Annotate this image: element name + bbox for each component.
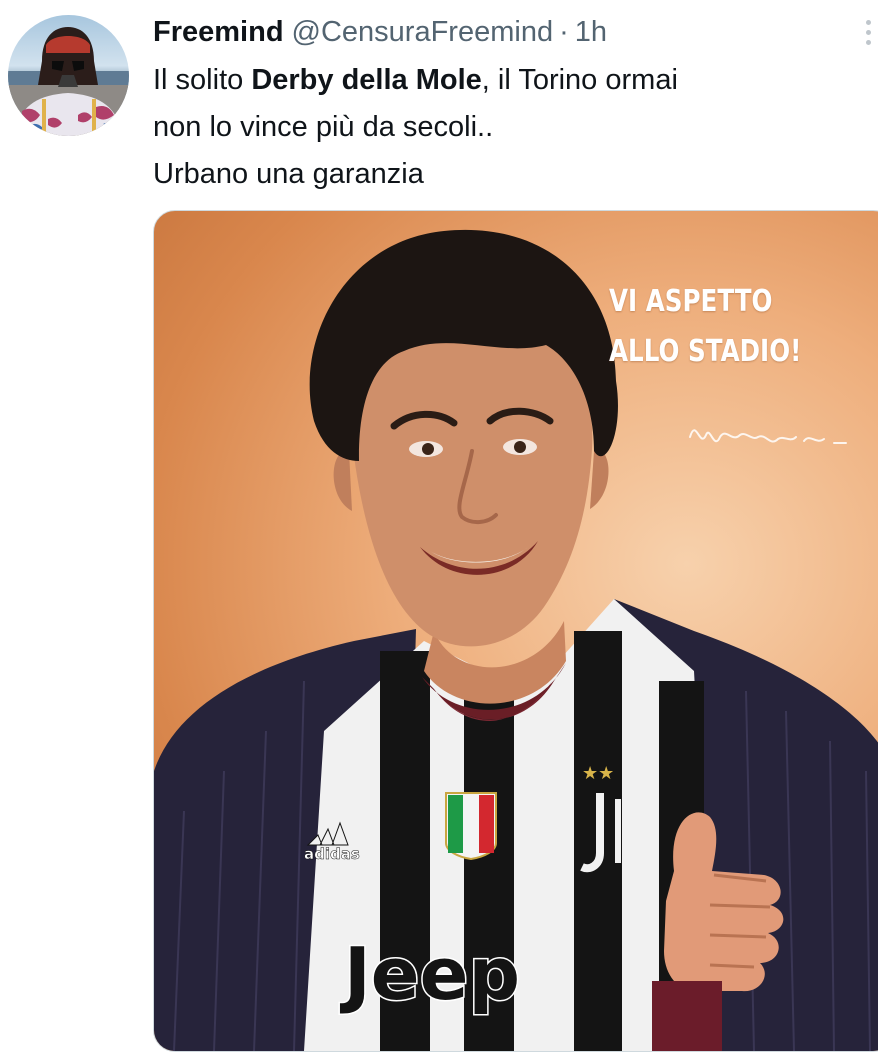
author-avatar[interactable] (8, 15, 129, 136)
darth-vader-avatar-icon (8, 27, 129, 136)
adidas-logo-text: adidas (304, 845, 360, 863)
tweet-text-line-1: Il solito Derby della Mole, il Torino or… (153, 57, 853, 104)
separator-dot: · (559, 16, 569, 48)
tweet-timestamp[interactable]: 1h (575, 12, 607, 52)
tweet-media-image[interactable]: adidas ★★ Jeep VI ASPETTO ALLO STADIO! (153, 210, 878, 1052)
signature-icon (689, 429, 847, 444)
overlay-line-2: ALLO STADIO! (609, 334, 802, 369)
author-name[interactable]: Freemind (153, 12, 284, 52)
tweet-header: Freemind @CensuraFreemind · 1h (153, 12, 607, 52)
tweet-text-segment: , il Torino ormai (481, 64, 678, 96)
overlay-line-1: VI ASPETTO (609, 284, 773, 319)
more-options-icon[interactable] (858, 14, 878, 50)
tweet-text-segment: Il solito (153, 64, 252, 96)
svg-text:★★: ★★ (582, 763, 614, 784)
tweet-text-line-3: Urbano una garanzia (153, 158, 424, 190)
tweet-text: Il solito Derby della Mole, il Torino or… (153, 57, 853, 198)
jeep-sponsor-text: Jeep (339, 932, 520, 1016)
photo-overlay-text: VI ASPETTO ALLO STADIO! (609, 277, 801, 377)
author-handle[interactable]: @CensuraFreemind (292, 12, 554, 52)
tweet-text-line-2: non lo vince più da secoli.. (153, 111, 494, 143)
tweet-text-bold: Derby della Mole (251, 64, 482, 96)
